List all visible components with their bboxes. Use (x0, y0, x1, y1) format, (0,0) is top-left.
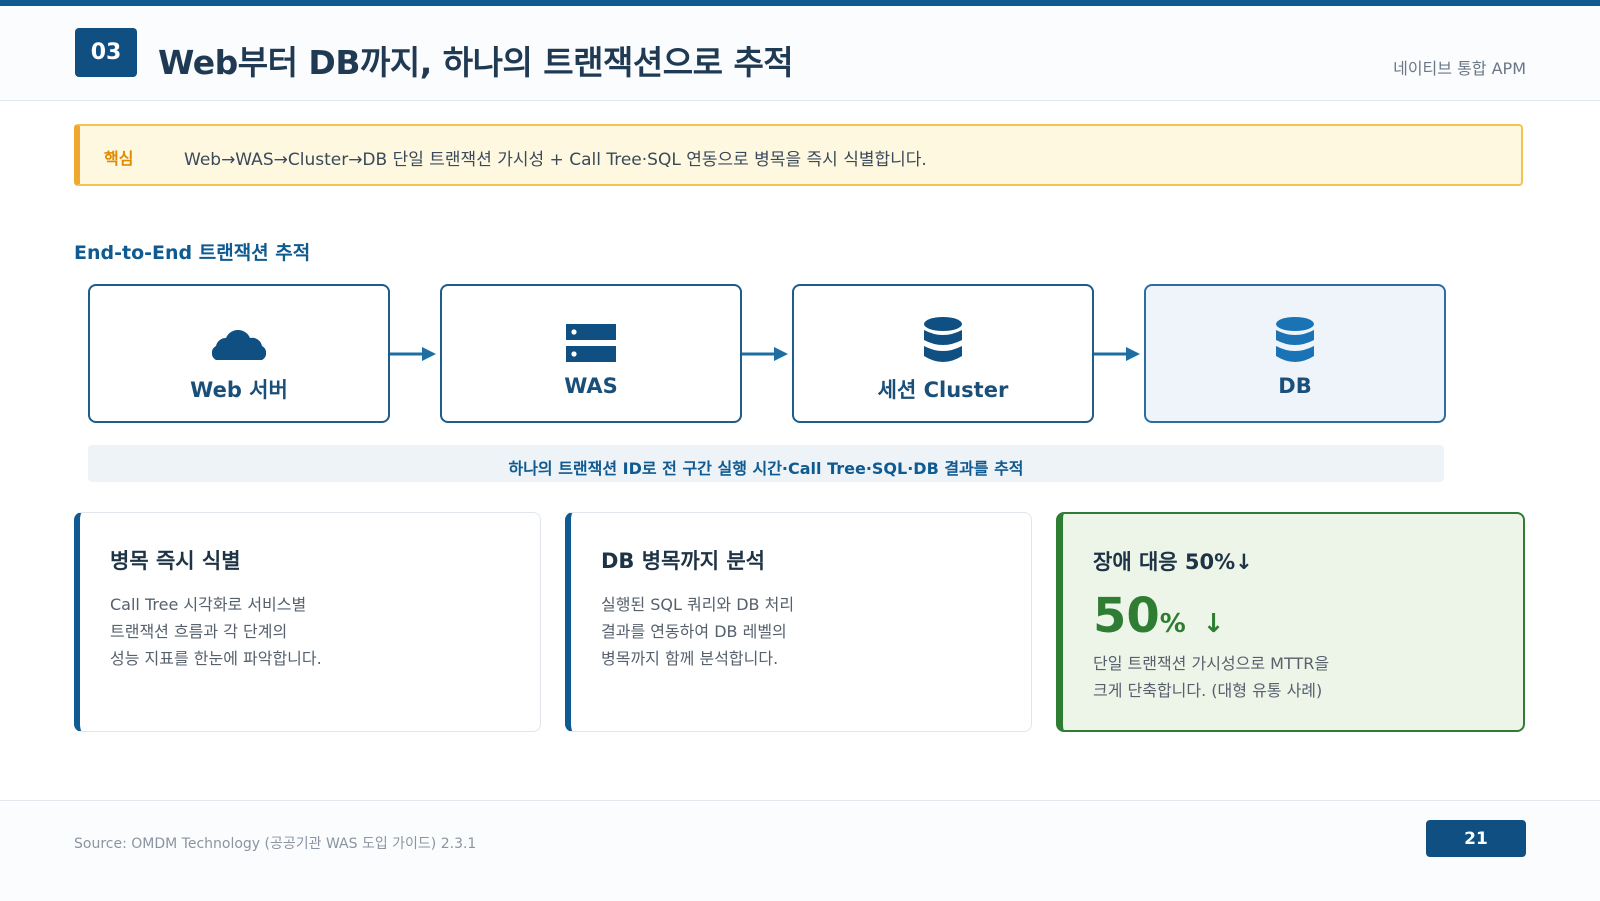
flow-node-was: WAS (440, 284, 742, 423)
slide-header: 03 Web부터 DB까지, 하나의 트랜잭션으로 추적 네이티브 통합 APM (0, 6, 1600, 101)
card-body-line: 실행된 SQL 쿼리와 DB 처리 (601, 595, 795, 614)
flow-node-label: WAS (564, 374, 618, 398)
stat-unit: % (1159, 609, 1186, 639)
card-body-line: 단일 트랜잭션 가시성으로 MTTR을 (1093, 654, 1330, 673)
header-product-label: 네이티브 통합 APM (1393, 59, 1526, 78)
arrow-right-icon (1094, 347, 1140, 361)
page-number-badge: 21 (1426, 820, 1526, 857)
key-message-box: 핵심 Web→WAS→Cluster→DB 단일 트랜잭션 가시성 + Call… (74, 124, 1523, 186)
arrow-down-icon: ↓ (1202, 609, 1225, 639)
slide-footer: Source: OMDM Technology (공공기관 WAS 도입 가이드… (0, 800, 1600, 901)
flow-section-title: End-to-End 트랜잭션 추적 (74, 242, 311, 264)
card-body-line: 성능 지표를 한눈에 파악합니다. (110, 649, 322, 668)
card-body-line: 병목까지 함께 분석합니다. (601, 649, 779, 668)
card-body: Call Tree 시각화로 서비스별 트랜잭션 흐름과 각 단계의 성능 지표… (110, 591, 322, 672)
card-body-line: Call Tree 시각화로 서비스별 (110, 595, 307, 614)
card-incident-response: 장애 대응 50%↓ 50% ↓ 단일 트랜잭션 가시성으로 MTTR을 크게 … (1056, 512, 1525, 732)
page-title: Web부터 DB까지, 하나의 트랜잭션으로 추적 (158, 43, 794, 82)
flow-caption-text: 하나의 트랜잭션 ID로 전 구간 실행 시간·Call Tree·SQL·DB… (508, 459, 1024, 478)
key-message-text: Web→WAS→Cluster→DB 단일 트랜잭션 가시성 + Call Tr… (184, 150, 927, 170)
card-title: DB 병목까지 분석 (601, 549, 765, 573)
card-bottleneck-identification: 병목 즉시 식별 Call Tree 시각화로 서비스별 트랜잭션 흐름과 각 … (74, 512, 541, 732)
card-body-line: 결과를 연동하여 DB 레벨의 (601, 622, 787, 641)
database-icon (1276, 317, 1314, 362)
flow-node-session-cluster: 세션 Cluster (792, 284, 1094, 423)
stat-number: 50 (1093, 588, 1160, 644)
flow-node-web-server: Web 서버 (88, 284, 390, 423)
card-title: 병목 즉시 식별 (110, 549, 241, 573)
card-db-bottleneck-analysis: DB 병목까지 분석 실행된 SQL 쿼리와 DB 처리 결과를 연동하여 DB… (565, 512, 1032, 732)
stat-value: 50% ↓ (1093, 588, 1224, 644)
flow-node-db: DB (1144, 284, 1446, 423)
flow-node-label: 세션 Cluster (877, 378, 1009, 402)
server-icon (566, 324, 616, 362)
card-body-line: 트랜잭션 흐름과 각 단계의 (110, 622, 288, 641)
card-body: 실행된 SQL 쿼리와 DB 처리 결과를 연동하여 DB 레벨의 병목까지 함… (601, 591, 794, 672)
flow-node-label: Web 서버 (190, 378, 288, 402)
card-body: 단일 트랜잭션 가시성으로 MTTR을 크게 단축합니다. (대형 유통 사례) (1093, 650, 1329, 704)
arrow-right-icon (742, 347, 788, 361)
arrow-right-icon (390, 347, 436, 361)
cloud-icon (212, 330, 266, 360)
database-icon (924, 317, 962, 362)
flow-caption-bar: 하나의 트랜잭션 ID로 전 구간 실행 시간·Call Tree·SQL·DB… (88, 445, 1444, 482)
key-message-label: 핵심 (104, 149, 134, 168)
card-title: 장애 대응 50%↓ (1093, 550, 1253, 574)
card-body-line: 크게 단축합니다. (대형 유통 사례) (1093, 681, 1323, 700)
slide-number-badge: 03 (75, 28, 137, 77)
flow-node-label: DB (1278, 374, 1312, 398)
source-citation: Source: OMDM Technology (공공기관 WAS 도입 가이드… (74, 836, 477, 852)
